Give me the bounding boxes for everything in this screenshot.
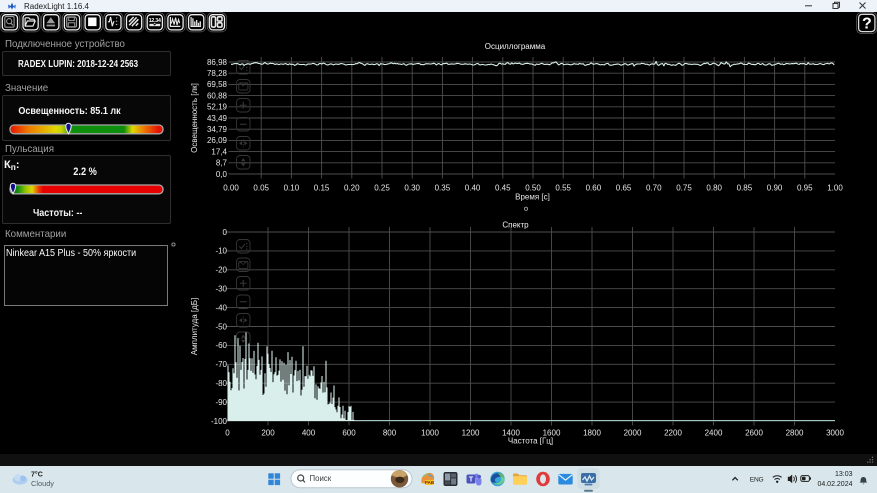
- svg-text:78,28: 78,28: [207, 69, 228, 78]
- svg-text:0.00: 0.00: [223, 184, 239, 193]
- svg-text:86,98: 86,98: [207, 58, 228, 67]
- svg-text:-60: -60: [215, 341, 227, 350]
- svg-text:0.85: 0.85: [737, 184, 753, 193]
- svg-text:0.20: 0.20: [344, 184, 360, 193]
- svg-text:7°C: 7°C: [31, 471, 43, 479]
- svg-text:ENG: ENG: [750, 476, 764, 483]
- svg-text:-30: -30: [215, 285, 227, 294]
- svg-text:0: 0: [223, 228, 228, 237]
- svg-text:-80: -80: [215, 379, 227, 388]
- svg-text:13:03: 13:03: [835, 471, 853, 478]
- svg-text:Амплитуда [дБ]: Амплитуда [дБ]: [190, 298, 199, 356]
- svg-text:-40: -40: [215, 303, 227, 312]
- svg-text:0.15: 0.15: [314, 184, 330, 193]
- svg-text:T: T: [469, 477, 474, 484]
- svg-text:60,88: 60,88: [207, 91, 228, 100]
- svg-text:26,09: 26,09: [207, 136, 228, 145]
- svg-text:?: ?: [862, 15, 872, 32]
- svg-text:0.60: 0.60: [586, 184, 602, 193]
- svg-text:8,7: 8,7: [216, 159, 228, 168]
- svg-text:800: 800: [383, 429, 397, 438]
- svg-text:-70: -70: [215, 360, 227, 369]
- svg-text:2400: 2400: [705, 429, 723, 438]
- svg-text:0.30: 0.30: [404, 184, 420, 193]
- svg-text:-10: -10: [215, 247, 227, 256]
- svg-text:Cloudy: Cloudy: [31, 479, 54, 488]
- svg-text:0.80: 0.80: [706, 184, 722, 193]
- svg-text:0.50: 0.50: [525, 184, 541, 193]
- svg-text:1.00: 1.00: [827, 184, 843, 193]
- svg-text:17,4: 17,4: [211, 147, 227, 156]
- svg-text:1200: 1200: [462, 429, 480, 438]
- svg-text:Осциллограмма: Осциллограмма: [485, 42, 546, 51]
- svg-text:-90: -90: [215, 398, 227, 407]
- svg-text:0.95: 0.95: [797, 184, 813, 193]
- svg-text:600: 600: [342, 429, 356, 438]
- svg-text:0,0: 0,0: [216, 170, 228, 179]
- svg-text:2000: 2000: [624, 429, 642, 438]
- svg-text:PAB: PAB: [425, 480, 435, 485]
- svg-text:52,19: 52,19: [207, 103, 228, 112]
- svg-text:1000: 1000: [421, 429, 439, 438]
- svg-text:43,49: 43,49: [207, 114, 228, 123]
- svg-text:0.10: 0.10: [284, 184, 300, 193]
- svg-text:0.25: 0.25: [374, 184, 390, 193]
- svg-text:0.65: 0.65: [616, 184, 632, 193]
- svg-text:2600: 2600: [745, 429, 763, 438]
- svg-text:400: 400: [302, 429, 316, 438]
- svg-text:0.05: 0.05: [253, 184, 269, 193]
- svg-text:0.45: 0.45: [495, 184, 511, 193]
- svg-text:0: 0: [225, 429, 230, 438]
- svg-text:Время [с]: Время [с]: [515, 193, 550, 202]
- svg-text:0.70: 0.70: [646, 184, 662, 193]
- svg-text:0.90: 0.90: [767, 184, 783, 193]
- svg-text:Освещенность [лк]: Освещенность [лк]: [190, 83, 199, 153]
- svg-text:0.55: 0.55: [555, 184, 571, 193]
- svg-text:Поиск: Поиск: [310, 474, 332, 483]
- svg-text:04.02.2024: 04.02.2024: [817, 481, 852, 488]
- svg-text:69,58: 69,58: [207, 80, 228, 89]
- svg-text:0.75: 0.75: [676, 184, 692, 193]
- svg-text:-20: -20: [215, 266, 227, 275]
- svg-text:34,79: 34,79: [207, 125, 228, 134]
- svg-text:1800: 1800: [583, 429, 601, 438]
- svg-text:Частота [Гц]: Частота [Гц]: [508, 437, 553, 446]
- svg-text:3000: 3000: [826, 429, 844, 438]
- svg-text:Спектр: Спектр: [502, 221, 529, 230]
- svg-text:-50: -50: [215, 322, 227, 331]
- svg-text:0.40: 0.40: [465, 184, 481, 193]
- svg-text:200: 200: [261, 429, 275, 438]
- svg-text:2200: 2200: [664, 429, 682, 438]
- svg-text:0.35: 0.35: [435, 184, 451, 193]
- svg-text:2800: 2800: [786, 429, 804, 438]
- svg-text:-100: -100: [211, 417, 228, 426]
